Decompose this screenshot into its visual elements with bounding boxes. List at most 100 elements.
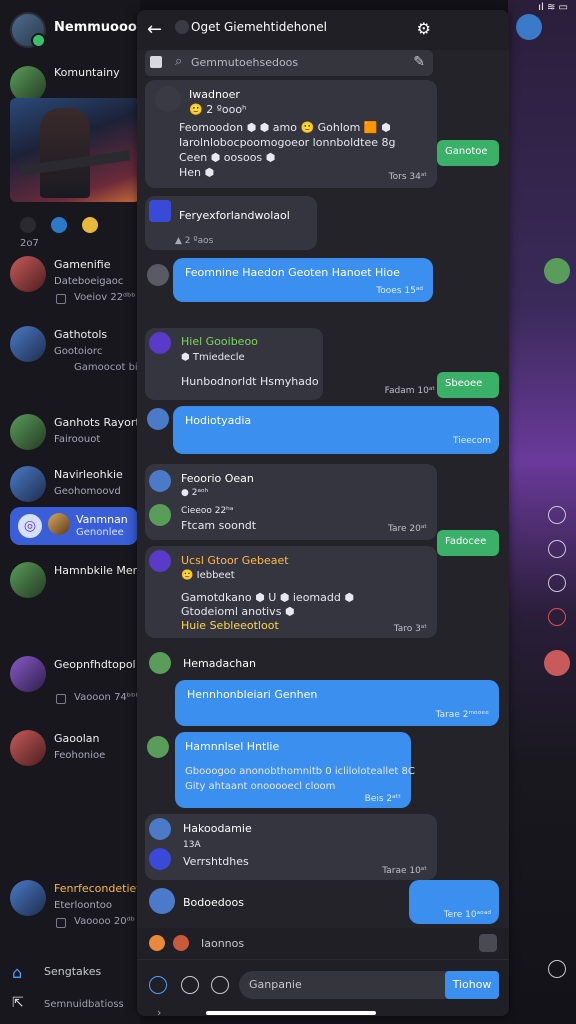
message-text: Gtodeioml anotivs ⬢ — [181, 605, 295, 618]
message-text: 🙂 Iebbeet — [181, 570, 235, 581]
selected-chat-title: Vanmnan — [76, 513, 128, 526]
background-panel: ıl ≋ ▭ — [508, 0, 576, 1024]
status-bar-icons: ıl ≋ ▭ — [538, 2, 568, 13]
home-indicator[interactable] — [206, 1011, 376, 1015]
game-character — [40, 108, 90, 198]
avatar — [147, 264, 169, 286]
side-button-icon[interactable] — [548, 960, 566, 978]
message-text: Ftcam soondt — [181, 519, 257, 532]
status-pill: Fadocee — [437, 530, 499, 556]
message-text: Gity ahtaant onooooecl cloom — [185, 781, 336, 792]
message-text: 🙂 2 ºoooʰ — [189, 103, 247, 116]
message-text: Hodiotyadia — [185, 414, 252, 427]
message-bubble[interactable]: Hemadachan — [145, 648, 435, 678]
share-icon[interactable]: ⇱ — [12, 995, 24, 1011]
reaction-row: 2o7 — [20, 214, 140, 249]
lock-icon — [150, 56, 162, 68]
side-button-icon[interactable] — [548, 574, 566, 592]
list-item-subtitle: Geohomoovd — [54, 486, 121, 497]
message-bubble[interactable]: Iwadnoer 🙂 2 ºoooʰ Feomoodon ⬢ ⬢ amo 🙂 G… — [145, 80, 437, 188]
list-item[interactable]: Gaoolan Feohonioe — [0, 724, 140, 784]
list-item-subtitle: Fairoouot — [54, 434, 101, 445]
group-icon: ◎ — [18, 514, 42, 538]
back-arrow-icon[interactable]: ← — [147, 19, 162, 40]
profile-avatar[interactable] — [10, 12, 46, 48]
message-bubble[interactable]: Bodoedoos — [145, 886, 405, 918]
avatar — [149, 818, 171, 840]
message-author: Bodoedoos — [183, 896, 244, 909]
avatar[interactable] — [544, 650, 570, 676]
avatar — [149, 470, 171, 492]
search-input[interactable]: Gemmutoehsedoos — [191, 56, 298, 69]
avatar — [48, 513, 70, 535]
reaction-icon[interactable] — [20, 216, 36, 233]
status-pill: Ganotoe — [437, 140, 499, 166]
message-bubble[interactable]: Hamnnlsel Hntlie Gbooogoo anonobthomnitb… — [147, 732, 415, 808]
message-text: Hen ⬢ — [179, 166, 215, 179]
list-item[interactable]: Gathotols Gootoiorc Gamoocot bioet — [0, 320, 140, 380]
message-author: Ucsl Gtoor Gebeaet — [181, 554, 289, 567]
selected-chat-item[interactable]: ◎ Vanmnan Genonlee — [10, 507, 138, 545]
sticker-icon[interactable] — [479, 934, 497, 952]
avatar — [10, 880, 46, 916]
avatar[interactable] — [544, 258, 570, 284]
message-text: Cieeoo 22ʰᵃ — [181, 506, 234, 516]
avatar — [149, 550, 171, 572]
list-item[interactable]: Geopnfhdtopol Vaooon 74ᵇᵇᵇ — [0, 650, 140, 710]
home-icon[interactable]: ⌂ — [12, 963, 22, 982]
emoji-icon[interactable] — [181, 976, 199, 994]
list-item-subtitle: Eterloontoo — [54, 900, 113, 911]
list-item[interactable]: Hamnbkile Mennor — [0, 556, 140, 616]
message-author: Hemadachan — [183, 657, 256, 670]
avatar — [10, 562, 46, 598]
share-label[interactable]: Semnuidbatioss — [44, 999, 124, 1010]
list-item-name: Hamnbkile Mennor — [54, 564, 140, 577]
search-icon: ⌕ — [175, 54, 183, 69]
selected-chat-subtitle: Genonlee — [76, 527, 124, 538]
message-bubble[interactable]: Hennhonbleiari Genhen Tarae 2ᵐᵒᵒᵉᵉ — [175, 680, 499, 726]
send-button[interactable]: Tiohow — [445, 971, 499, 999]
list-item[interactable]: Fenrfecondetiet Eterloontoo Vaoooo 20ᵈᵇ — [0, 874, 140, 934]
avatar[interactable] — [516, 14, 542, 40]
message-text: Huie Sebleeotloot — [181, 619, 279, 632]
reply-label: Iaonnos — [201, 937, 245, 950]
list-item-subtitle: Feohonioe — [54, 750, 106, 761]
message-bubble[interactable]: Tere 10ᵃᵒᵃᵈ — [409, 880, 499, 924]
avatar — [10, 730, 46, 766]
message-icon — [56, 694, 66, 704]
message-bubble[interactable]: Hakoodamie 13A Verrshtdhes Tarae 10ᵃᵗ — [145, 814, 437, 880]
message-bubble[interactable]: Feomnine Haedon Geoten Hanoet Hioe Tooes… — [147, 258, 433, 302]
home-label[interactable]: Sengtakes — [44, 965, 101, 978]
gear-icon[interactable]: ⚙ — [417, 19, 431, 38]
avatar — [10, 656, 46, 692]
camera-icon[interactable] — [211, 976, 229, 994]
message-bubble[interactable]: Feryexforlandwolaol ▲ 2 ºaos — [145, 196, 317, 250]
list-item[interactable]: Gamenifie Dateboeigaoc Voeiov 22ᵈᵇᵇ — [0, 250, 140, 310]
attach-icon[interactable] — [149, 976, 167, 994]
reply-bar[interactable]: Iaonnos — [137, 928, 509, 960]
edit-icon[interactable]: ✎ — [413, 54, 425, 70]
list-item-meta: Voeiov 22ᵈᵇᵇ — [74, 292, 136, 303]
message-text: Gamotdkano ⬢ U ⬢ ieomadd ⬢ — [181, 591, 354, 604]
chat-topbar: ← Oget Giemehtidehonel ⚙ — [137, 10, 509, 50]
side-button-icon[interactable] — [548, 540, 566, 558]
avatar — [10, 466, 46, 502]
message-bubble[interactable]: Hiel Gooibeoo ⬢ Tmiedecle Hunbodnorldt H… — [145, 328, 435, 400]
game-image[interactable] — [10, 98, 140, 202]
reply-count: ▲ 2 ºaos — [175, 236, 214, 246]
reaction-icon[interactable] — [82, 216, 99, 233]
side-button-icon[interactable] — [548, 506, 566, 524]
search-bar[interactable]: ⌕ Gemmutoehsedoos ✎ — [145, 50, 433, 76]
message-time: Tarae 2ᵐᵒᵒᵉᵉ — [435, 710, 489, 720]
avatar — [149, 935, 165, 951]
list-item-name: Geopnfhdtopol — [54, 658, 136, 671]
message-bubble[interactable]: Feoorio Oean ● 2ᵃᵒʰ Cieeoo 22ʰᵃ Ftcam so… — [145, 464, 437, 540]
avatar — [149, 504, 171, 526]
list-item[interactable]: Ganhots Rayorte Fairoouot — [0, 408, 140, 468]
message-text: Iarolnlobocpoomogoeor lonnboldtee 8g — [179, 136, 396, 149]
message-bubble[interactable]: Ucsl Gtoor Gebeaet 🙂 Iebbeet Gamotdkano … — [145, 546, 437, 638]
chevron-right-icon[interactable]: › — [157, 1006, 161, 1016]
side-button-icon[interactable] — [548, 608, 566, 626]
message-bubble[interactable]: Hodiotyadia Tieecom — [147, 406, 499, 454]
reaction-icon[interactable] — [51, 216, 68, 233]
